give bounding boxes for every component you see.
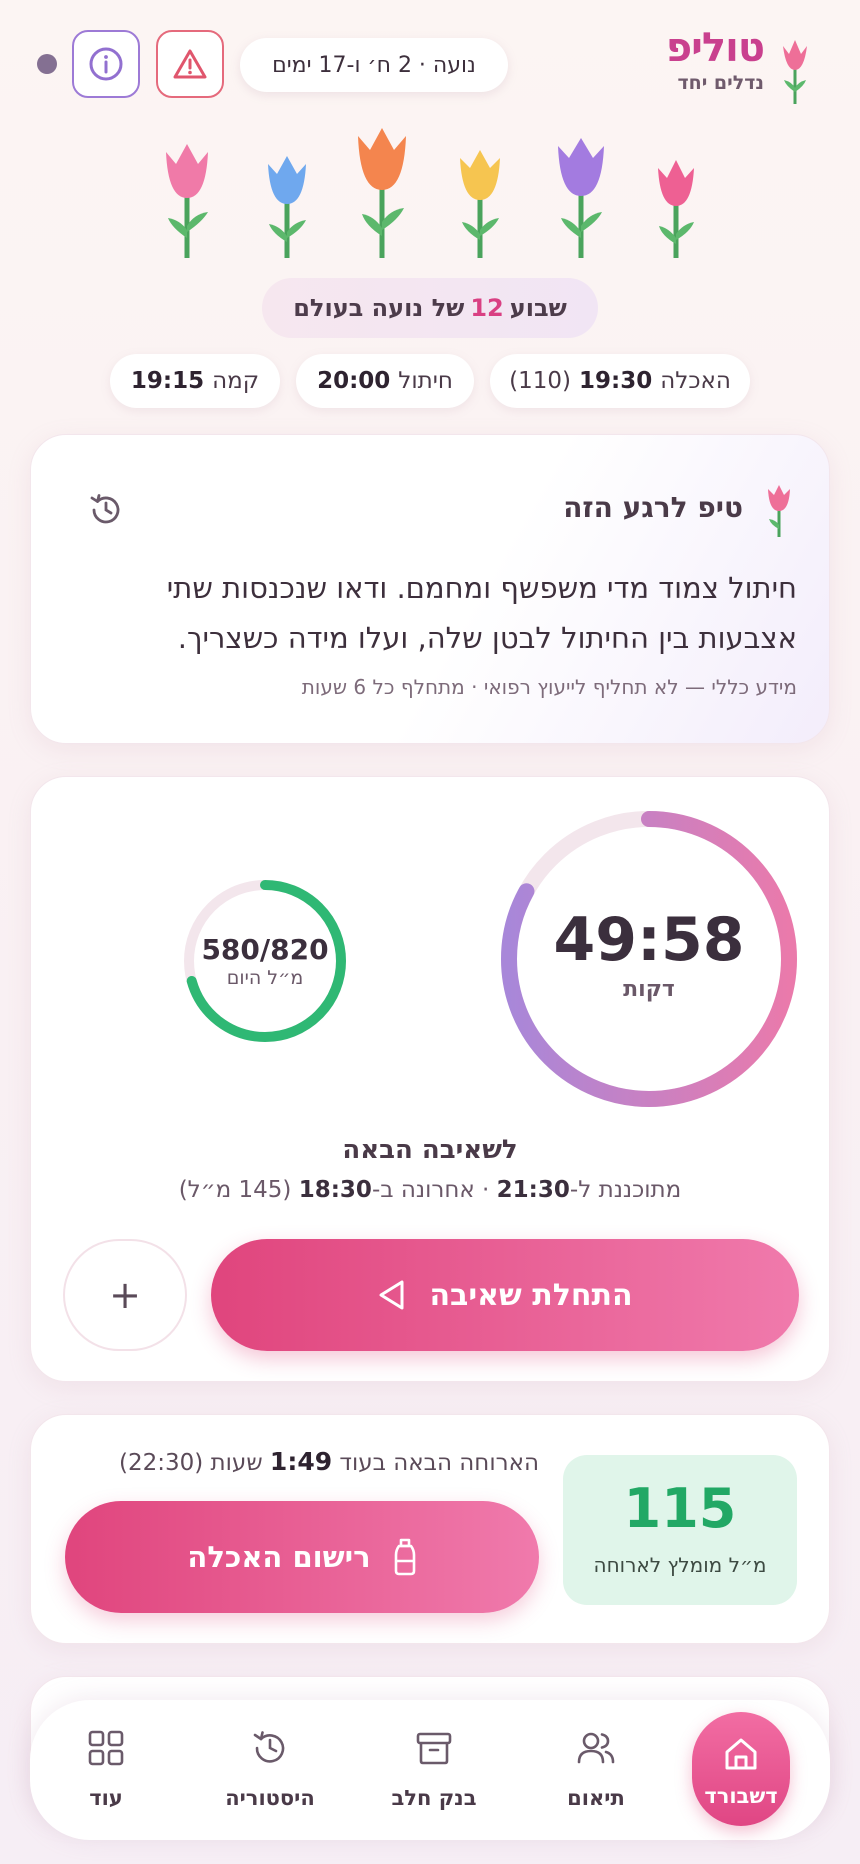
last-time: 18:30 — [298, 1177, 372, 1203]
week-prefix: שבוע — [509, 294, 567, 322]
chip-time: 19:15 — [130, 368, 205, 394]
nav-label: עוד — [89, 1786, 123, 1810]
users-icon — [577, 1732, 615, 1764]
chip-diaper[interactable]: חיתול 20:00 — [296, 354, 474, 408]
chip-label: חיתול — [398, 368, 453, 394]
week-counter: שבוע 12 של נועה בעולם — [262, 278, 598, 338]
info-button[interactable] — [72, 30, 140, 98]
log-feed-label: רישום האכלה — [187, 1540, 371, 1574]
recommended-amount-box: 115 מ״ל מומלץ לארוחה — [563, 1455, 797, 1605]
planned-prefix: מתוכננת ל- — [569, 1177, 682, 1203]
daily-volume-value: 580/820 — [201, 933, 329, 966]
next-meal-time: 1:49 — [269, 1447, 333, 1476]
nav-item-milk-bank[interactable]: בנק חלב — [374, 1700, 494, 1840]
schedule-chips: האכלה 19:30 (110) חיתול 20:00 קמה 19:15 — [110, 354, 750, 408]
tulip-decoration-row — [0, 124, 860, 264]
chip-extra: (110) — [509, 368, 571, 394]
next-pump-title: לשאיבה הבאה — [342, 1135, 518, 1165]
home-icon — [725, 1738, 757, 1770]
last-amount: (145 מ״ל) — [178, 1177, 299, 1203]
daily-volume-unit: מ״ל היום — [226, 967, 304, 989]
grid-icon — [88, 1730, 124, 1766]
week-number: 12 — [470, 294, 504, 322]
start-pump-label: התחלת שאיבה — [429, 1277, 633, 1313]
nav-item-dashboard[interactable]: דשבורד — [692, 1712, 790, 1826]
next-meal-text: הארוחה הבאה בעוד 1:49 שעות (22:30) — [59, 1447, 539, 1476]
next-meal-suffix: שעות (22:30) — [118, 1450, 270, 1476]
play-icon — [379, 1280, 404, 1310]
nav-label: בנק חלב — [391, 1786, 477, 1810]
timer-unit: דקות — [623, 977, 675, 1002]
history-icon[interactable] — [87, 491, 125, 529]
chip-feeding[interactable]: האכלה 19:30 (110) — [490, 354, 750, 408]
tip-title: טיפ לרגע הזה — [563, 491, 743, 524]
tulip-pink-icon — [166, 144, 208, 258]
tulip-pink-small-icon — [658, 160, 694, 258]
brand: טוליפ נדלים יחד — [665, 24, 765, 94]
next-meal-prefix: הארוחה הבאה בעוד — [332, 1450, 539, 1476]
tulip-purple-icon — [558, 138, 604, 258]
nav-item-history[interactable]: היסטוריה — [210, 1700, 330, 1840]
bottom-navigation: דשבורד תיאום בנק חלב היסטוריה עוד — [30, 1700, 830, 1840]
log-feed-button[interactable]: רישום האכלה — [65, 1501, 539, 1613]
chip-label: קמה — [212, 368, 260, 394]
tip-card: טיפ לרגע הזה חיתול צמוד מדי משפשף ומחמם.… — [30, 434, 830, 744]
nav-label: היסטוריה — [225, 1786, 315, 1810]
archive-box-icon — [416, 1732, 452, 1765]
tulip-icon — [768, 485, 790, 537]
chip-label: האכלה — [660, 368, 731, 394]
app-name: טוליפ — [665, 25, 765, 71]
history-icon — [253, 1731, 285, 1763]
pump-timer-card: 49:58 דקות 580/820 מ״ל היום לשאיבה הבאה … — [30, 776, 830, 1382]
nav-item-more[interactable]: עוד — [46, 1700, 166, 1840]
timer-value: 49:58 — [553, 905, 745, 975]
tulip-logo-icon — [783, 40, 807, 104]
tulip-orange-icon — [358, 128, 406, 258]
app-tagline: נדלים יחד — [677, 72, 764, 94]
warning-triangle-icon — [173, 49, 207, 79]
info-icon — [89, 47, 123, 81]
tulip-blue-icon — [268, 156, 306, 258]
planned-time: 21:30 — [496, 1177, 570, 1203]
tip-body: חיתול צמוד מדי משפשף ומחמם. ודאו שנכנסות… — [166, 571, 797, 655]
nav-label: דשבורד — [704, 1784, 778, 1808]
baby-bottle-icon — [394, 1538, 415, 1576]
tip-disclaimer: מידע כללי — לא תחליף לייעוץ רפואי · מתחל… — [301, 675, 797, 699]
chip-time: 20:00 — [317, 368, 391, 394]
baby-profile-pill[interactable]: נועה · 2 ח׳ ו-17 ימים — [240, 38, 508, 92]
recommended-label: מ״ל מומלץ לארוחה — [593, 1553, 767, 1577]
status-dot — [37, 54, 57, 74]
feeding-card: 115 מ״ל מומלץ לארוחה הארוחה הבאה בעוד 1:… — [30, 1414, 830, 1644]
week-suffix: של נועה בעולם — [293, 294, 465, 322]
start-pump-button[interactable]: התחלת שאיבה — [211, 1239, 799, 1351]
nav-label: תיאום — [567, 1786, 625, 1810]
tulip-yellow-icon — [460, 150, 500, 258]
recommended-value: 115 — [623, 1477, 737, 1540]
next-pump-meta: מתוכננת ל-21:30 · אחרונה ב-18:30 (145 מ״… — [31, 1177, 829, 1203]
nav-item-coordination[interactable]: תיאום — [536, 1700, 656, 1840]
add-entry-button[interactable]: + — [63, 1239, 187, 1351]
alert-button[interactable] — [156, 30, 224, 98]
app-header: טוליפ נדלים יחד נועה · 2 ח׳ ו-17 ימים — [30, 24, 830, 104]
chip-wake[interactable]: קמה 19:15 — [110, 354, 280, 408]
chip-time: 19:30 — [579, 368, 653, 394]
last-prefix: · אחרונה ב- — [371, 1177, 497, 1203]
